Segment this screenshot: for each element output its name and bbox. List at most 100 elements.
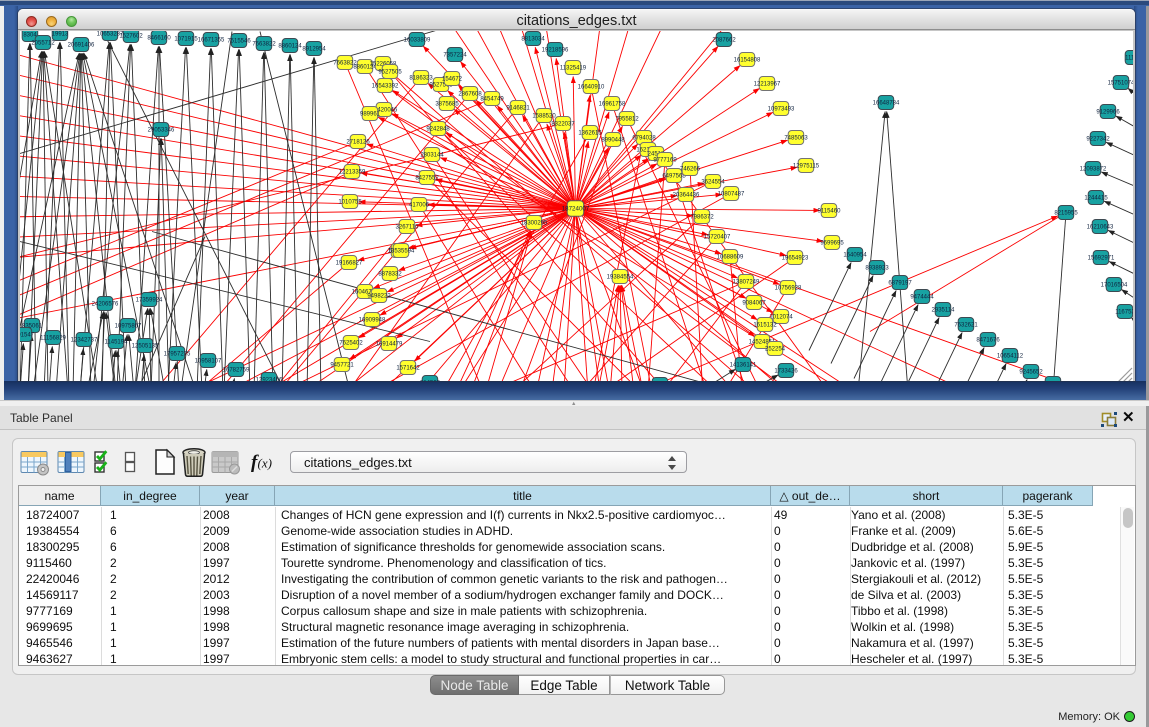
svg-text:10756928: 10756928 (775, 285, 802, 291)
svg-text:7625402: 7625402 (339, 340, 363, 346)
svg-text:29053346: 29053346 (148, 127, 175, 133)
svg-text:9457721: 9457721 (330, 362, 354, 368)
svg-text:12213967: 12213967 (754, 81, 781, 87)
svg-text:154672: 154672 (442, 76, 463, 82)
svg-text:8427552: 8427552 (415, 175, 439, 181)
svg-text:(x): (x) (258, 456, 272, 471)
svg-text:116753: 116753 (1115, 309, 1133, 315)
svg-text:19218596: 19218596 (542, 47, 569, 53)
svg-text:11325419: 11325419 (560, 65, 587, 71)
svg-text:2055712: 2055712 (31, 40, 55, 46)
svg-text:417006: 417006 (409, 202, 430, 208)
svg-text:16961758: 16961758 (599, 101, 626, 107)
svg-text:7955812: 7955812 (615, 116, 639, 122)
svg-text:9242848: 9242848 (426, 126, 450, 132)
svg-text:2935114: 2935114 (932, 307, 956, 313)
svg-text:1588520: 1588520 (532, 113, 556, 119)
svg-text:9699695: 9699695 (820, 240, 844, 246)
svg-text:17359924: 17359924 (136, 297, 163, 303)
svg-text:1615132: 1615132 (753, 322, 777, 328)
svg-text:9245652: 9245652 (1019, 369, 1043, 375)
svg-text:9146821: 9146821 (506, 105, 530, 111)
svg-text:6879197: 6879197 (888, 280, 912, 286)
svg-text:2803144: 2803144 (420, 152, 444, 158)
svg-text:1145194: 1145194 (105, 339, 129, 345)
svg-text:19654923: 19654923 (782, 255, 809, 261)
svg-text:20691406: 20691406 (68, 42, 95, 48)
svg-text:20364436: 20364436 (673, 192, 700, 198)
svg-text:10958107: 10958107 (195, 358, 222, 364)
svg-text:9498222: 9498222 (367, 293, 391, 299)
svg-text:9115460: 9115460 (818, 208, 842, 214)
svg-text:10973493: 10973493 (768, 106, 795, 112)
svg-text:8215955: 8215955 (1054, 210, 1078, 216)
svg-text:16033809: 16033809 (404, 37, 431, 43)
svg-text:16671355: 16671355 (198, 37, 225, 43)
svg-text:7986372: 7986372 (690, 214, 714, 220)
svg-text:10975867: 10975867 (115, 323, 142, 329)
svg-text:10688609: 10688609 (717, 254, 744, 260)
svg-text:18300295: 18300295 (521, 220, 548, 226)
svg-text:7515546: 7515546 (227, 38, 251, 44)
svg-text:891547: 891547 (20, 332, 35, 338)
svg-text:9227342: 9227342 (1086, 136, 1110, 142)
svg-text:13535594: 13535594 (388, 248, 415, 254)
svg-text:17016504: 17016504 (1101, 282, 1128, 288)
svg-text:8466160: 8466160 (147, 35, 171, 41)
svg-text:16154808: 16154808 (734, 57, 761, 63)
svg-text:252254: 252254 (765, 346, 786, 352)
svg-text:7663822: 7663822 (252, 41, 276, 47)
svg-text:10654112: 10654112 (997, 353, 1024, 359)
svg-text:3875685: 3875685 (435, 101, 459, 107)
svg-text:15751074: 15751074 (1108, 80, 1133, 86)
svg-text:1640954: 1640954 (843, 252, 867, 258)
svg-text:7485063: 7485063 (784, 135, 808, 141)
svg-text:8938923: 8938923 (865, 265, 889, 271)
svg-text:8990448: 8990448 (601, 137, 625, 143)
svg-text:17957275: 17957275 (164, 351, 191, 357)
svg-text:16782759: 16782759 (223, 367, 250, 373)
svg-text:15720407: 15720407 (704, 234, 731, 240)
svg-text:8471676: 8471676 (976, 337, 1000, 343)
svg-text:11156829: 11156829 (40, 335, 66, 341)
svg-text:16543392: 16543392 (372, 83, 399, 89)
svg-text:19384554: 19384554 (607, 274, 634, 280)
svg-text:12923466: 12923466 (256, 377, 283, 381)
svg-text:1527602: 1527602 (119, 33, 143, 39)
svg-text:1733426: 1733426 (774, 368, 798, 374)
svg-text:8322037: 8322037 (551, 121, 575, 127)
svg-text:8186323: 8186323 (409, 75, 433, 81)
svg-text:16210643: 16210643 (1087, 224, 1114, 230)
svg-text:16914479: 16914479 (376, 341, 403, 347)
svg-text:1362615: 1362615 (578, 130, 602, 136)
svg-text:10807487: 10807487 (718, 191, 745, 197)
svg-text:8813034: 8813034 (521, 36, 545, 42)
svg-text:9777169: 9777169 (653, 157, 677, 163)
svg-text:9129966: 9129966 (1096, 109, 1120, 115)
svg-text:11123: 11123 (1125, 55, 1133, 61)
svg-text:746266: 746266 (680, 166, 701, 172)
svg-text:12342737: 12342737 (71, 337, 98, 343)
svg-text:16909948: 16909948 (359, 317, 386, 323)
svg-text:6794028: 6794028 (632, 135, 656, 141)
svg-text:24206576: 24206576 (92, 301, 119, 307)
svg-text:14136141: 14136141 (730, 362, 757, 368)
svg-text:7632621: 7632621 (954, 322, 978, 328)
svg-text:9474444: 9474444 (910, 294, 934, 300)
svg-text:989961: 989961 (360, 111, 381, 117)
svg-text:2718126: 2718126 (346, 139, 370, 145)
svg-text:12975115: 12975115 (793, 163, 820, 169)
svg-text:12213359: 12213359 (339, 169, 366, 175)
svg-text:2867608: 2867608 (458, 91, 482, 97)
svg-text:3267110: 3267110 (396, 224, 420, 230)
svg-text:9084067: 9084067 (742, 300, 766, 306)
svg-text:9527505: 9527505 (378, 69, 402, 75)
svg-text:1071915: 1071915 (174, 36, 198, 42)
svg-text:18724007: 18724007 (562, 205, 590, 212)
svg-text:2087662: 2087662 (712, 37, 736, 43)
svg-text:7357224: 7357224 (443, 52, 467, 58)
svg-text:12093872: 12093872 (1080, 166, 1107, 172)
svg-text:15692971: 15692971 (1088, 255, 1115, 261)
svg-text:16648784: 16648784 (873, 100, 900, 106)
svg-text:16640910: 16640910 (578, 84, 605, 90)
